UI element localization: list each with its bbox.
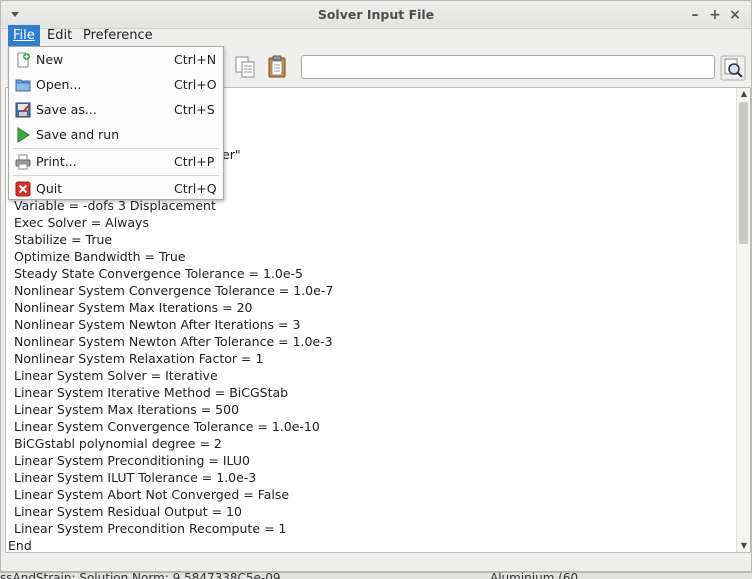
- vertical-scrollbar[interactable]: ▲ ▼: [736, 88, 750, 552]
- menu-edit[interactable]: Edit: [42, 25, 77, 47]
- editor-line-fragment: er": [222, 147, 241, 162]
- editor-line: BiCGstabl polynomial degree = 2: [14, 436, 222, 451]
- menu-file[interactable]: File: [8, 25, 40, 47]
- menu-item-label: Save as...: [36, 102, 97, 117]
- menu-item-label: New: [36, 52, 64, 67]
- window-title: Solver Input File: [317, 7, 435, 22]
- file-menu-dropdown: New Ctrl+N Open... Ctrl+O Save as... Ctr…: [8, 46, 224, 200]
- menu-preference[interactable]: Preference: [78, 25, 158, 47]
- scroll-down-icon[interactable]: ▼: [737, 540, 750, 552]
- editor-line: Exec Solver = Always: [14, 215, 149, 230]
- menu-item-open[interactable]: Open... Ctrl+O: [9, 73, 223, 97]
- editor-lines: Variable = -dofs 3 Displacement Exec Sol…: [7, 197, 735, 553]
- editor-line: Linear System Preconditioning = ILU0: [14, 453, 250, 468]
- editor-line: Nonlinear System Convergence Tolerance =…: [14, 283, 334, 298]
- menu-separator: [13, 148, 219, 149]
- editor-line: Stabilize = True: [14, 232, 113, 247]
- menu-item-label: Open...: [36, 77, 82, 92]
- editor-line: Linear System Iterative Method = BiCGSta…: [14, 385, 289, 400]
- menu-bar: File Edit Preference: [1, 24, 751, 48]
- paste-icon[interactable]: [265, 55, 289, 79]
- scroll-up-icon[interactable]: ▲: [737, 88, 750, 100]
- save-icon: [15, 102, 31, 118]
- editor-line: End: [8, 538, 32, 553]
- status-text-left: ssAndStrain: Solution Norm: 9.5847338C5e…: [0, 571, 281, 579]
- editor-line: Linear System Convergence Tolerance = 1.…: [14, 419, 320, 434]
- editor-line: Nonlinear System Max Iterations = 20: [14, 300, 253, 315]
- maximize-icon[interactable]: +: [705, 5, 725, 25]
- copy-icon[interactable]: [233, 55, 257, 79]
- new-file-icon: [17, 52, 30, 68]
- menu-separator: [13, 175, 219, 176]
- status-text-right: Aluminium (60: [490, 571, 579, 579]
- open-folder-icon: [15, 79, 31, 92]
- printer-icon: [15, 154, 31, 170]
- menu-item-shortcut: Ctrl+O: [174, 77, 217, 92]
- close-icon[interactable]: ×: [725, 5, 745, 25]
- editor-line: Nonlinear System Newton After Tolerance …: [14, 334, 333, 349]
- play-icon: [17, 127, 30, 143]
- menu-item-quit[interactable]: Quit Ctrl+Q: [9, 177, 223, 201]
- search-input[interactable]: [301, 55, 715, 79]
- editor-line: Steady State Convergence Tolerance = 1.0…: [14, 266, 304, 281]
- menu-item-shortcut: Ctrl+S: [174, 102, 215, 117]
- menu-item-shortcut: Ctrl+P: [174, 154, 215, 169]
- menu-item-print[interactable]: Print... Ctrl+P: [9, 150, 223, 174]
- editor-line: Linear System Solver = Iterative: [14, 368, 218, 383]
- menu-item-shortcut: Ctrl+Q: [174, 181, 217, 196]
- scrollbar-thumb[interactable]: [739, 102, 748, 244]
- editor-line: Linear System ILUT Tolerance = 1.0e-3: [14, 470, 257, 485]
- minimize-icon[interactable]: –: [685, 5, 705, 25]
- menu-item-label: Quit: [36, 181, 63, 196]
- editor-line: Nonlinear System Relaxation Factor = 1: [14, 351, 264, 366]
- quit-icon: [15, 181, 31, 197]
- editor-line: Linear System Max Iterations = 500: [14, 402, 240, 417]
- editor-line: Linear System Abort Not Converged = Fals…: [14, 487, 290, 502]
- menu-item-label: Save and run: [36, 127, 120, 142]
- editor-line: Linear System Precondition Recompute = 1: [14, 521, 287, 536]
- editor-line: Optimize Bandwidth = True: [14, 249, 186, 264]
- menu-item-save-and-run[interactable]: Save and run: [9, 123, 223, 147]
- editor-line: Nonlinear System Newton After Iterations…: [14, 317, 301, 332]
- menu-item-label: Print...: [36, 154, 77, 169]
- menu-item-shortcut: Ctrl+N: [174, 52, 217, 67]
- menu-item-save-as[interactable]: Save as... Ctrl+S: [9, 98, 223, 122]
- editor-line: Linear System Residual Output = 10: [14, 504, 242, 519]
- search-icon[interactable]: [720, 55, 746, 81]
- menu-item-new[interactable]: New Ctrl+N: [9, 48, 223, 72]
